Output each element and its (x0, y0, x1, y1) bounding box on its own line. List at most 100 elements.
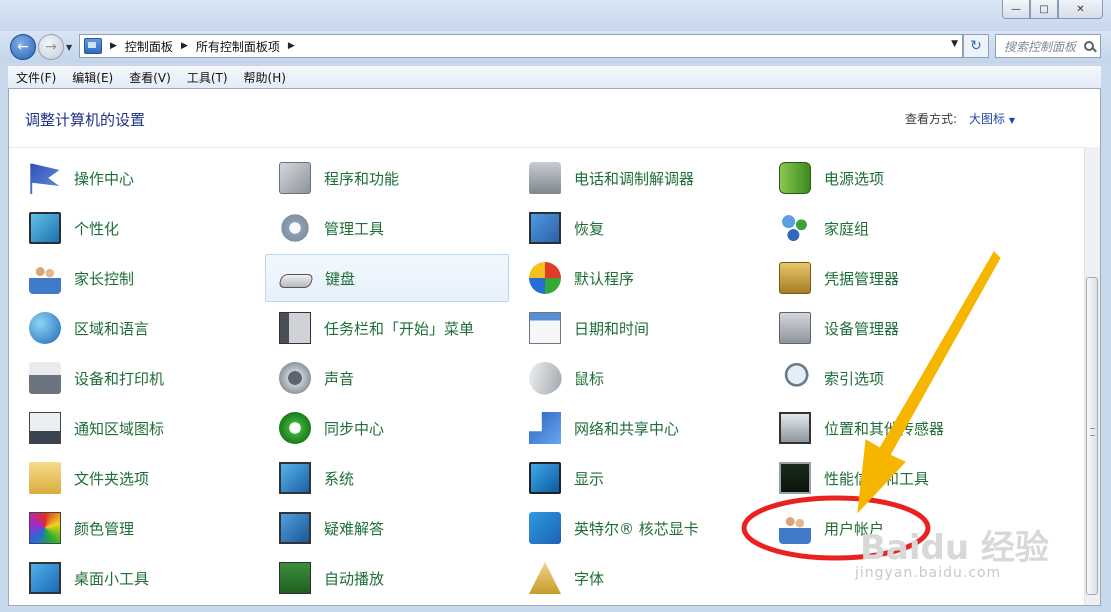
system-icon (279, 462, 311, 494)
item-label: 字体 (574, 569, 605, 588)
baidu-watermark-url: jingyan.baidu.com (855, 565, 1002, 581)
breadcrumb-control-panel[interactable]: 控制面板 (125, 38, 173, 55)
item-label: 同步中心 (324, 419, 385, 438)
item-autoplay[interactable]: 自动播放 (265, 554, 509, 602)
item-label: 个性化 (74, 219, 120, 238)
item-sync-center[interactable]: 同步中心 (265, 404, 509, 452)
menu-edit[interactable]: 编辑(E) (64, 69, 121, 86)
item-troubleshooting[interactable]: 疑难解答 (265, 504, 509, 552)
breadcrumb-separator-icon[interactable]: ▶ (110, 41, 117, 51)
item-default-programs[interactable]: 默认程序 (515, 254, 759, 302)
item-programs-features[interactable]: 程序和功能 (265, 154, 509, 202)
taskbar-icon (279, 312, 311, 344)
item-display[interactable]: 显示 (515, 454, 759, 502)
item-location-sensors[interactable]: 位置和其他传感器 (765, 404, 1009, 452)
power-options-icon (779, 162, 811, 194)
window-controls: — □ ✕ (1002, 0, 1103, 19)
address-bar[interactable]: ▶ 控制面板 ▶ 所有控制面板项 ▶ ▼ (79, 34, 963, 58)
action-center-icon (30, 163, 60, 194)
item-folder-options[interactable]: 文件夹选项 (15, 454, 259, 502)
item-label: 系统 (324, 469, 355, 488)
control-panel-icon (84, 38, 102, 54)
item-admin-tools[interactable]: 管理工具 (265, 204, 509, 252)
navigation-bar: ← → ▼ ▶ 控制面板 ▶ 所有控制面板项 ▶ ▼ ↻ 搜索控制面板 (0, 31, 1111, 63)
item-label: 显示 (574, 469, 605, 488)
phone-modem-icon (529, 162, 561, 194)
item-credential-manager[interactable]: 凭据管理器 (765, 254, 1009, 302)
item-label: 凭据管理器 (824, 269, 900, 288)
menu-view[interactable]: 查看(V) (121, 69, 179, 86)
view-by-value[interactable]: 大图标 (969, 112, 1005, 126)
item-sound[interactable]: 声音 (265, 354, 509, 402)
admin-tools-icon (279, 212, 311, 244)
item-devices-printers[interactable]: 设备和打印机 (15, 354, 259, 402)
menu-file[interactable]: 文件(F) (8, 69, 64, 86)
vertical-scrollbar[interactable] (1084, 147, 1100, 605)
item-date-time[interactable]: 日期和时间 (515, 304, 759, 352)
item-color-management[interactable]: 颜色管理 (15, 504, 259, 552)
item-region-language[interactable]: 区域和语言 (15, 304, 259, 352)
device-manager-icon (779, 312, 811, 344)
item-desktop-gadgets[interactable]: 桌面小工具 (15, 554, 259, 602)
item-label: 家庭组 (824, 219, 870, 238)
search-box[interactable]: 搜索控制面板 (995, 34, 1101, 58)
forward-button[interactable]: → (38, 34, 64, 60)
network-sharing-icon (529, 412, 561, 444)
search-input[interactable]: 搜索控制面板 (1004, 38, 1084, 55)
recent-pages-dropdown[interactable]: ▼ (66, 43, 72, 52)
homegroup-icon (779, 212, 811, 244)
item-taskbar-start[interactable]: 任务栏和「开始」菜单 (265, 304, 509, 352)
address-dropdown-icon[interactable]: ▼ (951, 39, 958, 49)
item-label: 电话和调制解调器 (574, 169, 695, 188)
item-action-center[interactable]: 操作中心 (15, 154, 259, 202)
search-icon[interactable] (1084, 41, 1094, 51)
breadcrumb-separator-icon[interactable]: ▶ (288, 41, 295, 51)
menu-help[interactable]: 帮助(H) (236, 69, 294, 86)
item-fonts[interactable]: 字体 (515, 554, 759, 602)
breadcrumb-separator-icon[interactable]: ▶ (181, 41, 188, 51)
baidu-watermark-logo: Baidu 经验 (860, 528, 1049, 568)
item-label: 设备和打印机 (74, 369, 165, 388)
item-label: 管理工具 (324, 219, 385, 238)
item-mouse[interactable]: 鼠标 (515, 354, 759, 402)
content-header: 调整计算机的设置 查看方式: 大图标 ▼ (9, 89, 1100, 148)
desktop-gadgets-icon (29, 562, 61, 594)
maximize-button[interactable]: □ (1030, 0, 1058, 19)
item-recovery[interactable]: 恢复 (515, 204, 759, 252)
region-language-icon (29, 312, 61, 344)
menu-tools[interactable]: 工具(T) (179, 69, 236, 86)
view-by-dropdown[interactable]: 大图标 ▼ (969, 110, 1015, 127)
credential-manager-icon (779, 262, 811, 294)
breadcrumb-all-items[interactable]: 所有控制面板项 (196, 38, 280, 55)
item-label: 声音 (324, 369, 355, 388)
item-phone-modem[interactable]: 电话和调制解调器 (515, 154, 759, 202)
item-notification-icons[interactable]: 通知区域图标 (15, 404, 259, 452)
back-button[interactable]: ← (10, 34, 36, 60)
item-intel-graphics[interactable]: 英特尔® 核芯显卡 (515, 504, 759, 552)
item-indexing-options[interactable]: 索引选项 (765, 354, 1009, 402)
item-personalization[interactable]: 个性化 (15, 204, 259, 252)
item-system[interactable]: 系统 (265, 454, 509, 502)
item-label: 鼠标 (574, 369, 605, 388)
item-label: 程序和功能 (324, 169, 400, 188)
close-button[interactable]: ✕ (1058, 0, 1103, 19)
item-device-manager[interactable]: 设备管理器 (765, 304, 1009, 352)
item-label: 性能信息和工具 (824, 469, 930, 488)
item-performance[interactable]: 性能信息和工具 (765, 454, 1009, 502)
refresh-button[interactable]: ↻ (963, 34, 989, 58)
chevron-down-icon[interactable]: ▼ (1009, 116, 1015, 125)
item-network-sharing[interactable]: 网络和共享中心 (515, 404, 759, 452)
minimize-button[interactable]: — (1002, 0, 1030, 19)
scrollbar-thumb[interactable] (1086, 277, 1098, 595)
item-keyboard[interactable]: 键盘 (265, 254, 509, 302)
item-homegroup[interactable]: 家庭组 (765, 204, 1009, 252)
item-label: 颜色管理 (74, 519, 135, 538)
sync-center-icon (279, 412, 311, 444)
item-label: 疑难解答 (324, 519, 385, 538)
item-label: 网络和共享中心 (574, 419, 680, 438)
item-parental-controls[interactable]: 家长控制 (15, 254, 259, 302)
item-label: 英特尔® 核芯显卡 (574, 519, 699, 538)
indexing-icon (779, 362, 811, 394)
mouse-icon (523, 356, 567, 400)
item-power-options[interactable]: 电源选项 (765, 154, 1009, 202)
